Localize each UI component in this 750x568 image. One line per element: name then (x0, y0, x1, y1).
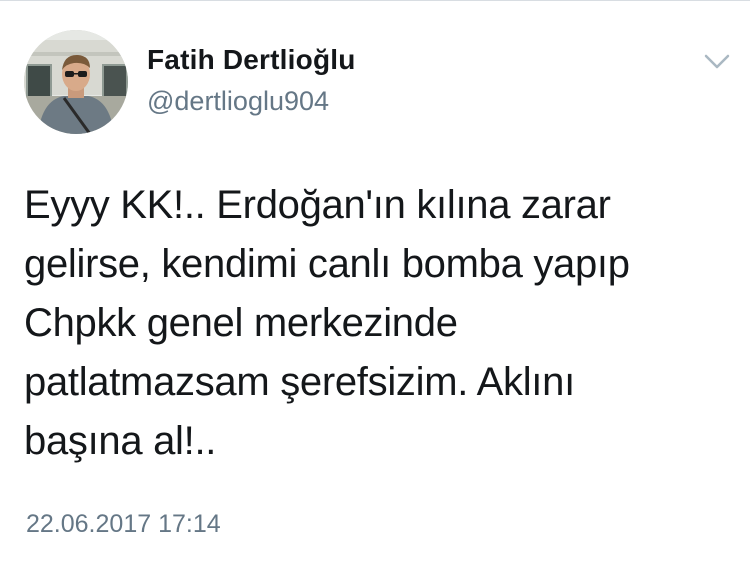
author-handle[interactable]: @dertlioglu904 (147, 86, 329, 117)
tweet-timestamp[interactable]: 22.06.2017 17:14 (26, 510, 221, 539)
author-display-name[interactable]: Fatih Dertlioğlu (147, 44, 356, 76)
avatar[interactable] (24, 30, 128, 134)
tweet-card: Fatih Dertlioğlu @dertlioglu904 Eyyy KK!… (0, 0, 750, 568)
top-divider (0, 0, 750, 1)
chevron-down-icon[interactable] (703, 52, 731, 72)
avatar-image (24, 30, 128, 134)
tweet-text: Eyyy KK!.. Erdoğan'ın kılına zarar gelir… (24, 183, 630, 463)
chevron-down-icon-graphic (704, 54, 730, 69)
